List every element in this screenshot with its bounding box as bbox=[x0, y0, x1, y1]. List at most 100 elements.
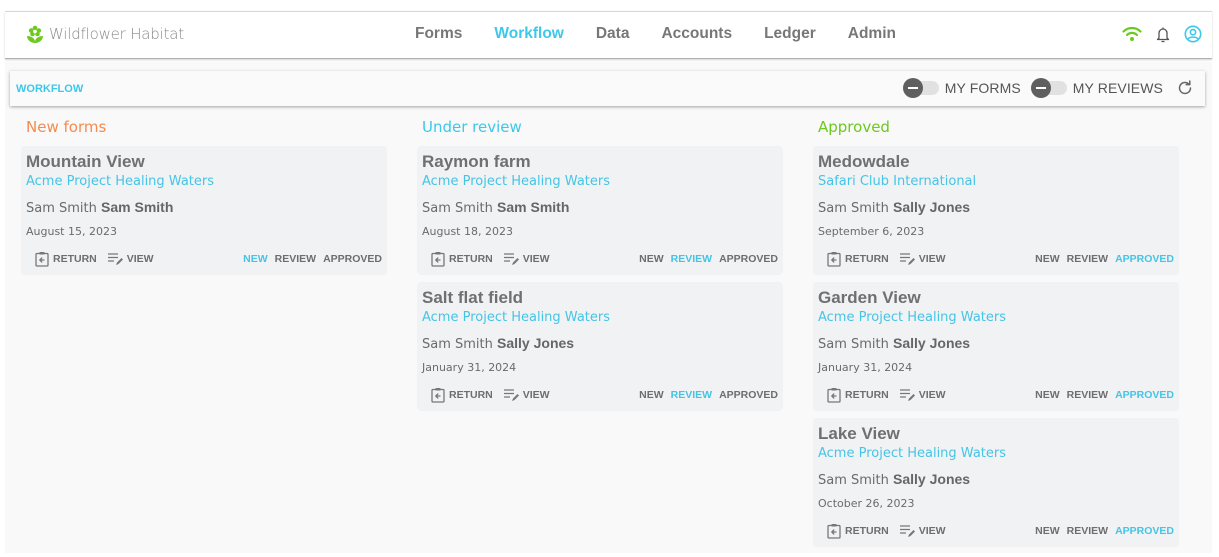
status-new[interactable]: NEW bbox=[1035, 525, 1060, 537]
card-title[interactable]: Medowdale bbox=[818, 152, 1174, 172]
form-card[interactable]: Mountain View Acme Project Healing Water… bbox=[21, 146, 387, 275]
toggle-track[interactable] bbox=[1030, 78, 1067, 98]
card-reviewer: Sally Jones bbox=[893, 335, 971, 351]
wifi-icon[interactable] bbox=[1122, 26, 1142, 42]
view-button[interactable]: VIEW bbox=[899, 524, 946, 538]
status-review[interactable]: REVIEW bbox=[1067, 389, 1108, 401]
form-card[interactable]: Medowdale Safari Club International Sam … bbox=[813, 146, 1179, 275]
clipboard-return-icon bbox=[827, 252, 841, 267]
view-label: VIEW bbox=[918, 253, 946, 265]
status-new[interactable]: NEW bbox=[1035, 389, 1060, 401]
status-approved[interactable]: APPROVED bbox=[719, 389, 778, 401]
card-reviewer: Sally Jones bbox=[893, 471, 971, 487]
clipboard-return-icon bbox=[35, 252, 49, 267]
my-reviews-toggle[interactable]: MY REVIEWS bbox=[1030, 78, 1163, 98]
nav-workflow[interactable]: Workflow bbox=[494, 25, 563, 43]
return-label: RETURN bbox=[449, 389, 493, 401]
status-new[interactable]: NEW bbox=[243, 253, 268, 265]
toggle-knob[interactable] bbox=[1030, 78, 1051, 98]
view-label: VIEW bbox=[918, 389, 946, 401]
list-edit-icon bbox=[899, 253, 915, 265]
card-actions: RETURN VIEW bbox=[827, 523, 956, 539]
card-title[interactable]: Garden View bbox=[818, 288, 1174, 308]
card-organization[interactable]: Acme Project Healing Waters bbox=[26, 172, 382, 194]
status-approved[interactable]: APPROVED bbox=[1115, 525, 1174, 537]
status-approved[interactable]: APPROVED bbox=[323, 253, 382, 265]
return-button[interactable]: RETURN bbox=[431, 387, 493, 403]
status-approved[interactable]: APPROVED bbox=[1115, 253, 1174, 265]
card-title[interactable]: Mountain View bbox=[26, 152, 382, 172]
status-steps: NEW REVIEW APPROVED bbox=[1028, 525, 1174, 537]
status-review[interactable]: REVIEW bbox=[1067, 525, 1108, 537]
subbar-controls: MY FORMS MY REVIEWS bbox=[893, 78, 1193, 98]
nav-ledger[interactable]: Ledger bbox=[764, 25, 816, 43]
status-approved[interactable]: APPROVED bbox=[719, 253, 778, 265]
status-new[interactable]: NEW bbox=[639, 253, 664, 265]
status-review[interactable]: REVIEW bbox=[671, 389, 712, 401]
account-icon[interactable] bbox=[1184, 25, 1202, 43]
view-button[interactable]: VIEW bbox=[503, 252, 550, 266]
brand[interactable]: Wildflower Habitat bbox=[27, 25, 184, 43]
status-review[interactable]: REVIEW bbox=[275, 253, 316, 265]
card-actions: RETURN VIEW bbox=[827, 387, 956, 403]
list-edit-icon bbox=[503, 253, 519, 265]
card-reviewer: Sam Smith bbox=[101, 199, 174, 215]
card-people: Sam Smith Sally Jones bbox=[818, 194, 1174, 220]
status-steps: NEW REVIEW APPROVED bbox=[1028, 389, 1174, 401]
card-date: January 31, 2024 bbox=[422, 361, 517, 374]
card-title[interactable]: Lake View bbox=[818, 424, 1174, 444]
card-title[interactable]: Raymon farm bbox=[422, 152, 778, 172]
nav-accounts[interactable]: Accounts bbox=[661, 25, 732, 43]
nav-admin[interactable]: Admin bbox=[848, 25, 896, 43]
card-people: Sam Smith Sam Smith bbox=[26, 194, 382, 220]
card-actions: RETURN VIEW bbox=[35, 251, 164, 267]
view-button[interactable]: VIEW bbox=[899, 252, 946, 266]
bell-icon[interactable] bbox=[1156, 26, 1170, 43]
return-button[interactable]: RETURN bbox=[35, 251, 97, 267]
top-nav-bar: Wildflower Habitat Forms Workflow Data A… bbox=[5, 11, 1212, 59]
card-title[interactable]: Salt flat field bbox=[422, 288, 778, 308]
main-nav: Forms Workflow Data Accounts Ledger Admi… bbox=[415, 25, 928, 43]
status-new[interactable]: NEW bbox=[639, 389, 664, 401]
view-button[interactable]: VIEW bbox=[899, 388, 946, 402]
toggle-knob[interactable] bbox=[902, 78, 923, 98]
view-label: VIEW bbox=[918, 525, 946, 537]
return-label: RETURN bbox=[53, 253, 97, 265]
view-button[interactable]: VIEW bbox=[503, 388, 550, 402]
list-edit-icon bbox=[899, 525, 915, 537]
return-button[interactable]: RETURN bbox=[827, 251, 889, 267]
card-organization[interactable]: Acme Project Healing Waters bbox=[818, 444, 1174, 466]
return-button[interactable]: RETURN bbox=[827, 387, 889, 403]
card-organization[interactable]: Acme Project Healing Waters bbox=[818, 308, 1174, 330]
status-review[interactable]: REVIEW bbox=[1067, 253, 1108, 265]
card-organization[interactable]: Safari Club International bbox=[818, 172, 1174, 194]
return-label: RETURN bbox=[845, 253, 889, 265]
status-review[interactable]: REVIEW bbox=[671, 253, 712, 265]
status-new[interactable]: NEW bbox=[1035, 253, 1060, 265]
view-button[interactable]: VIEW bbox=[107, 252, 154, 266]
card-organization[interactable]: Acme Project Healing Waters bbox=[422, 308, 778, 330]
status-approved[interactable]: APPROVED bbox=[1115, 389, 1174, 401]
nav-forms[interactable]: Forms bbox=[415, 25, 462, 43]
card-date: January 31, 2024 bbox=[818, 361, 913, 374]
form-card[interactable]: Lake View Acme Project Healing Waters Sa… bbox=[813, 418, 1179, 547]
return-button[interactable]: RETURN bbox=[827, 523, 889, 539]
toggle-track[interactable] bbox=[902, 78, 939, 98]
refresh-icon[interactable] bbox=[1177, 80, 1193, 96]
form-card[interactable]: Salt flat field Acme Project Healing Wat… bbox=[417, 282, 783, 411]
return-button[interactable]: RETURN bbox=[431, 251, 493, 267]
form-card[interactable]: Garden View Acme Project Healing Waters … bbox=[813, 282, 1179, 411]
column-new-forms: New forms Mountain View Acme Project Hea… bbox=[21, 118, 387, 282]
nav-data[interactable]: Data bbox=[596, 25, 630, 43]
card-owner: Sam Smith bbox=[422, 201, 493, 216]
brand-name: Wildflower Habitat bbox=[49, 25, 184, 43]
return-label: RETURN bbox=[449, 253, 493, 265]
my-forms-toggle[interactable]: MY FORMS bbox=[902, 78, 1021, 98]
column-approved: Approved Medowdale Safari Club Internati… bbox=[813, 118, 1179, 554]
card-owner: Sam Smith bbox=[818, 337, 889, 352]
view-label: VIEW bbox=[126, 253, 154, 265]
column-under-review: Under review Raymon farm Acme Project He… bbox=[417, 118, 783, 418]
form-card[interactable]: Raymon farm Acme Project Healing Waters … bbox=[417, 146, 783, 275]
card-actions: RETURN VIEW bbox=[431, 387, 560, 403]
card-organization[interactable]: Acme Project Healing Waters bbox=[422, 172, 778, 194]
